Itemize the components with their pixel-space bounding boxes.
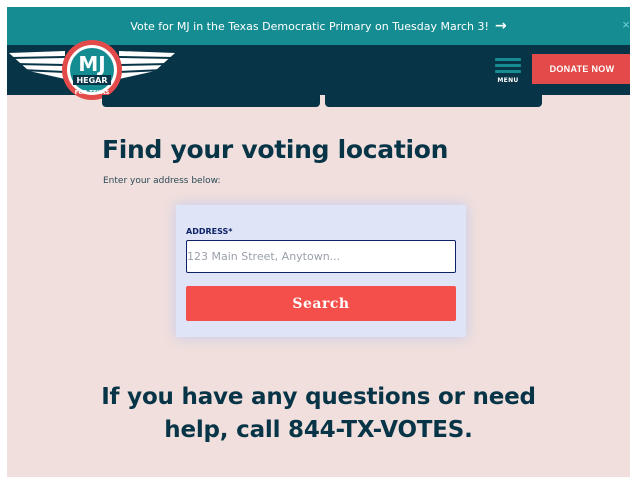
logo-initials: MJ <box>78 52 105 76</box>
address-search-form: ADDRESS* Search <box>176 205 466 337</box>
banner-text: Vote for MJ in the Texas Democratic Prim… <box>130 20 489 33</box>
close-icon[interactable]: × <box>620 17 630 33</box>
site-header: MJ HEGAR FOR TEXAS MENU DONATE NOW <box>7 40 630 100</box>
help-line-1: If you have any questions or need <box>101 384 536 410</box>
help-message: If you have any questions or need help, … <box>7 381 630 447</box>
address-label: ADDRESS* <box>186 227 233 236</box>
banner-link[interactable]: Vote for MJ in the Texas Democratic Prim… <box>130 18 506 34</box>
hamburger-icon-bar <box>495 64 521 67</box>
hamburger-icon-bar <box>495 70 521 73</box>
arrow-right-icon: → <box>494 18 507 34</box>
donate-button[interactable]: DONATE NOW <box>532 54 630 84</box>
page-subtitle: Enter your address below: <box>103 176 221 186</box>
nav-tab-left[interactable] <box>102 95 320 107</box>
hamburger-icon-bar <box>495 58 521 61</box>
page-frame: Vote for MJ in the Texas Democratic Prim… <box>7 7 630 477</box>
nav-tab-right[interactable] <box>325 95 542 107</box>
menu-button[interactable]: MENU <box>491 55 525 87</box>
menu-label: MENU <box>497 77 519 84</box>
address-input[interactable] <box>186 240 456 273</box>
logo-name: HEGAR <box>76 76 107 85</box>
search-button[interactable]: Search <box>186 286 456 321</box>
page-title: Find your voting location <box>102 135 449 164</box>
help-line-2: help, call 844-TX-VOTES. <box>164 417 473 443</box>
